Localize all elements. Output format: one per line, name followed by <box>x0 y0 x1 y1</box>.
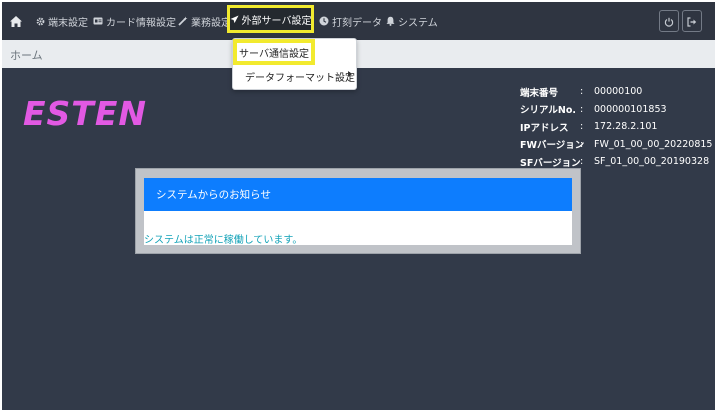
device-info: 端末番号 : 00000100 シリアルNo. : 000000101853 I… <box>520 83 712 171</box>
info-separator: : <box>580 138 584 150</box>
nav-stamp-data[interactable]: 打刻データ <box>319 2 382 40</box>
nav-stamp-data-label: 打刻データ <box>332 17 382 29</box>
info-label: シリアルNo. <box>520 105 576 117</box>
nav-card-settings-label: カード情報設定 <box>106 17 176 29</box>
nav-business-settings-label: 業務設定 <box>191 17 231 29</box>
submenu-caret-icon <box>348 71 352 77</box>
nav-external-server-settings[interactable]: 外部サーバ設定 <box>227 5 314 33</box>
breadcrumb: ホーム <box>2 40 715 68</box>
system-notice-card: システムからのお知らせ システムは正常に稼働しています。 <box>144 178 572 246</box>
external-server-dropdown: サーバ通信設定 データフォーマット設定 <box>232 38 357 90</box>
magic-wand-icon <box>178 16 188 26</box>
info-row-ip-address: IPアドレス : 172.28.2.101 <box>520 118 712 136</box>
nav-home[interactable] <box>9 2 26 40</box>
logout-icon <box>687 12 697 31</box>
dropdown-item-server-communication[interactable]: サーバ通信設定 <box>237 43 311 61</box>
info-value: 00000100 <box>594 86 643 98</box>
esten-logo: ESTEN <box>23 94 147 133</box>
nav-external-server-active: 外部サーバ設定 <box>229 8 312 30</box>
power-button[interactable] <box>659 10 679 32</box>
info-separator: : <box>580 121 584 133</box>
bell-icon <box>386 16 395 26</box>
info-separator: : <box>580 156 584 168</box>
nav-business-settings[interactable]: 業務設定 <box>178 2 231 40</box>
nav-terminal-settings-label: 端末設定 <box>48 17 88 29</box>
breadcrumb-home[interactable]: ホーム <box>10 47 43 63</box>
system-notice-message: システムは正常に稼働しています。 <box>144 235 303 246</box>
nav-system-label: システム <box>398 17 438 29</box>
info-label: FWバージョン <box>520 140 585 152</box>
info-label: IPアドレス <box>520 122 569 134</box>
top-navbar: 端末設定 カード情報設定 業務設定 外部サーバ設定 打刻データ システム <box>2 2 715 40</box>
info-row-fw-version: FWバージョン : FW_01_00_00_20220815 <box>520 136 712 154</box>
nav-external-server-label: 外部サーバ設定 <box>241 15 312 27</box>
nav-system[interactable]: システム <box>386 2 438 40</box>
info-value: SF_01_00_00_20190328 <box>594 156 710 168</box>
clock-icon <box>319 16 329 26</box>
info-row-serial-number: シリアルNo. : 000000101853 <box>520 101 712 119</box>
power-icon <box>664 12 674 31</box>
home-icon <box>9 15 23 28</box>
paper-plane-icon <box>229 14 239 24</box>
info-value: FW_01_00_00_20220815 <box>594 138 713 150</box>
info-value: 172.28.2.101 <box>594 121 658 133</box>
app-frame: 端末設定 カード情報設定 業務設定 外部サーバ設定 打刻データ システム ホーム… <box>2 2 715 410</box>
info-separator: : <box>580 103 584 115</box>
info-row-terminal-number: 端末番号 : 00000100 <box>520 83 712 101</box>
info-label: 端末番号 <box>520 87 559 99</box>
logout-button[interactable] <box>682 10 702 32</box>
nav-card-settings[interactable]: カード情報設定 <box>93 2 176 40</box>
system-notice-panel: システムからのお知らせ システムは正常に稼働しています。 <box>135 168 581 254</box>
info-value: 000000101853 <box>594 103 667 115</box>
nav-terminal-settings[interactable]: 端末設定 <box>36 2 88 40</box>
gear-icon <box>36 17 45 26</box>
dropdown-item-data-format[interactable]: データフォーマット設定 <box>245 69 355 84</box>
id-card-icon <box>93 17 103 25</box>
system-notice-title: システムからのお知らせ <box>144 178 572 211</box>
info-separator: : <box>580 86 584 98</box>
info-label: SFバージョン <box>520 157 581 169</box>
